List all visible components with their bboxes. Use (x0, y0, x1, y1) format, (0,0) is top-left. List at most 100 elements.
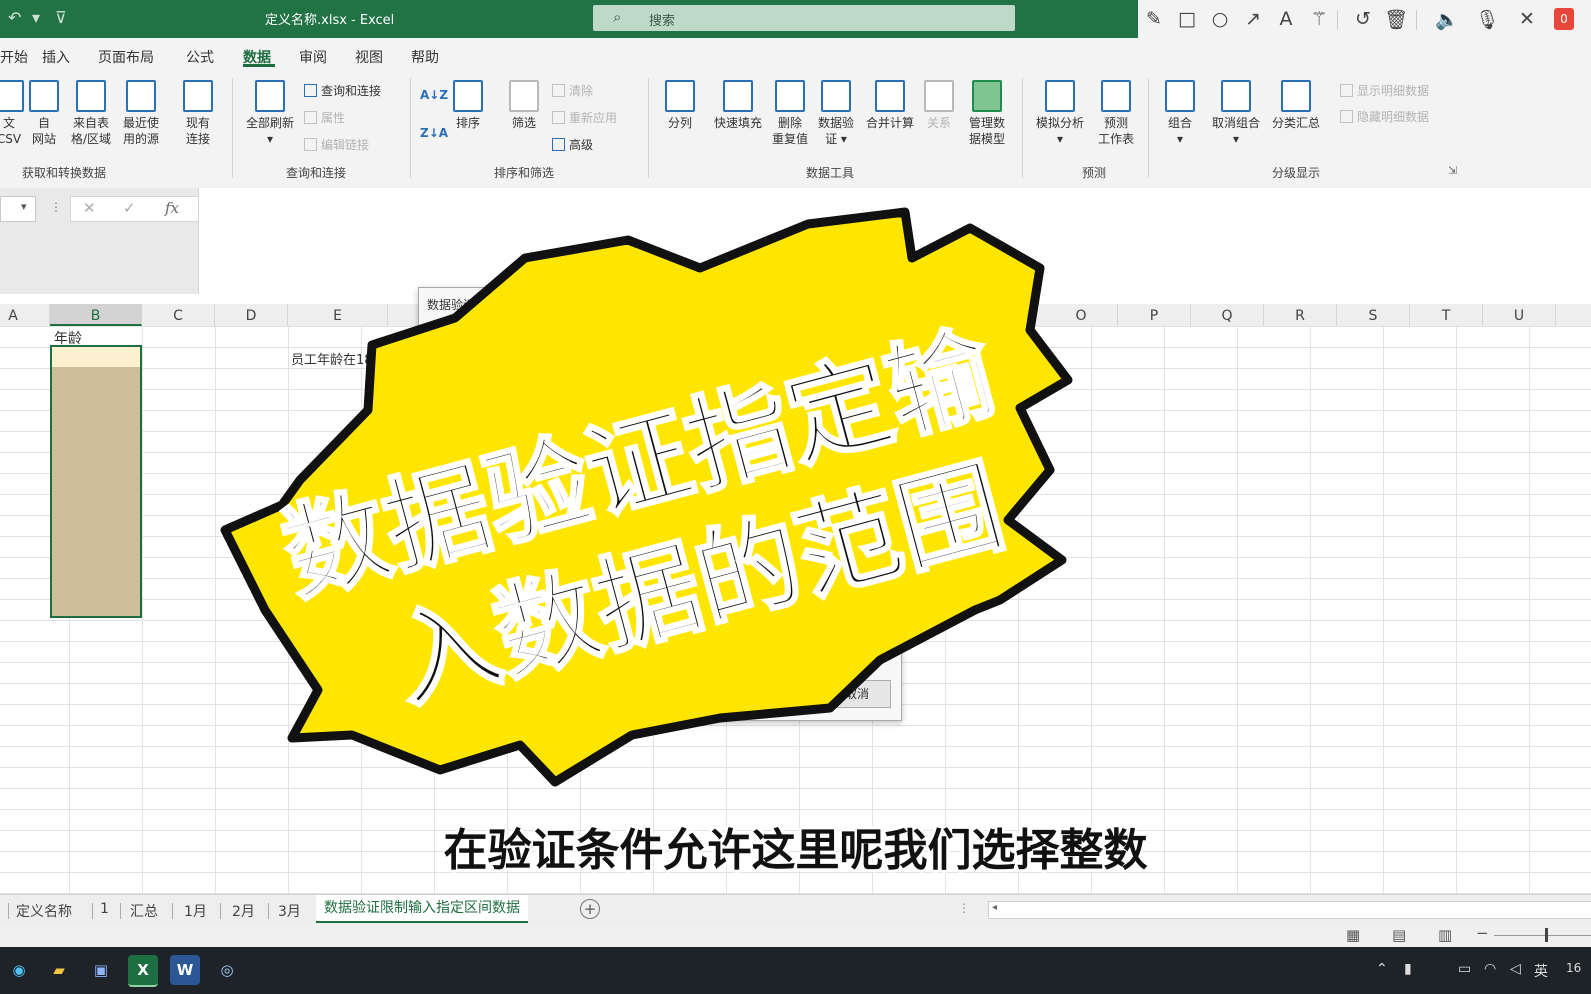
zoom-slider[interactable] (1494, 935, 1591, 936)
tray-wifi-icon[interactable]: ◠ (1484, 961, 1496, 977)
column-header-t[interactable]: T (1410, 304, 1483, 326)
add-sheet-icon[interactable]: + (580, 899, 600, 919)
zoom-slider-thumb[interactable] (1545, 928, 1548, 942)
name-box[interactable]: ▾ (0, 196, 36, 222)
column-header-b[interactable]: B (50, 304, 142, 326)
cancel-entry-button[interactable]: ✕ (83, 199, 96, 217)
confirm-entry-button[interactable]: ✓ (123, 199, 136, 217)
formula-input[interactable] (198, 188, 1591, 294)
column-header-a[interactable]: A (0, 304, 50, 326)
cell-e2[interactable]: 员工年龄在18—60 (291, 349, 402, 368)
save-icon[interactable]: ▣ (86, 955, 116, 985)
sheet-tab-summary[interactable]: 汇总 (130, 901, 158, 921)
tab-insert[interactable]: 插入 (42, 47, 70, 67)
page-break-view-icon[interactable]: ▥ (1438, 926, 1452, 944)
tray-mic-icon[interactable]: ▮ (1404, 961, 1412, 977)
normal-view-icon[interactable]: ▦ (1346, 926, 1360, 944)
consolidate-button[interactable]: 合并计算 (862, 80, 918, 131)
tray-clock[interactable]: 16 (1566, 961, 1581, 975)
edge-icon[interactable]: ◉ (4, 955, 34, 985)
tab-home[interactable]: 开始 (0, 47, 28, 67)
column-header-o[interactable]: O (1045, 304, 1118, 326)
remove-duplicates-button[interactable]: 删除 重复值 (768, 80, 812, 147)
close-icon[interactable]: ✕ (1514, 8, 1540, 30)
sort-ascending-button[interactable]: A↓Z (420, 88, 448, 102)
input-method-indicator[interactable]: 英 (1534, 961, 1548, 981)
rectangle-icon[interactable]: □ (1174, 8, 1200, 30)
record-badge[interactable]: 0 (1554, 8, 1574, 30)
ungroup-button[interactable]: 取消组合 ▾ (1208, 80, 1264, 147)
column-header-c[interactable]: C (142, 304, 215, 326)
word-icon[interactable]: W (170, 955, 200, 985)
quick-access-dropdown-icon[interactable]: ▾ (32, 8, 40, 27)
tab-view[interactable]: 视图 (355, 47, 383, 67)
sheet-tab-mar[interactable]: 3月 (278, 901, 301, 921)
sheet-tab-1[interactable]: 1 (100, 901, 109, 917)
circle-icon[interactable]: ○ (1207, 8, 1233, 30)
column-header-p[interactable]: P (1118, 304, 1191, 326)
dialog-launcher-icon[interactable]: ⇲ (1448, 164, 1457, 177)
tab-help[interactable]: 帮助 (411, 47, 439, 67)
redo-icon[interactable]: ↶ (8, 8, 21, 27)
what-if-analysis-button[interactable]: 模拟分析 ▾ (1030, 80, 1090, 147)
hide-detail-button[interactable]: 隐藏明细数据 (1340, 108, 1429, 125)
properties-button[interactable]: 属性 (304, 109, 345, 126)
forecast-sheet-button[interactable]: 预测 工作表 (1092, 80, 1140, 147)
refresh-all-button[interactable]: 全部刷新 ▾ (242, 80, 298, 147)
sheet-tab-jan[interactable]: 1月 (184, 901, 207, 921)
pen-icon[interactable]: ✎ (1141, 8, 1167, 30)
column-header-q[interactable]: Q (1191, 304, 1264, 326)
flash-fill-button[interactable]: 快速填充 (708, 80, 768, 131)
name-box-dropdown-icon[interactable]: ▾ (21, 200, 27, 213)
horizontal-scrollbar[interactable]: ◂ (988, 901, 1591, 919)
search-box[interactable]: ⌕ 搜索 (593, 5, 1015, 31)
clear-filter-button[interactable]: 清除 (552, 82, 593, 99)
tab-page-layout[interactable]: 页面布局 (98, 47, 154, 67)
cancel-button[interactable]: 取消 (823, 680, 891, 708)
text-icon[interactable]: A (1273, 8, 1299, 30)
recent-sources-button[interactable]: 最近使 用的源 (116, 80, 166, 147)
column-header-s[interactable]: S (1337, 304, 1410, 326)
tab-formulas[interactable]: 公式 (186, 47, 214, 67)
chrome-icon[interactable]: ◎ (212, 955, 242, 985)
data-validation-button[interactable]: 数据验 证 ▾ (812, 80, 860, 147)
relationships-button[interactable]: 关系 (922, 80, 956, 131)
tray-battery-icon[interactable]: ▭ (1458, 961, 1471, 977)
from-web-button[interactable]: 自 网站 (26, 80, 62, 147)
manage-data-model-button[interactable]: 管理数 据模型 (962, 80, 1012, 147)
page-layout-view-icon[interactable]: ▤ (1392, 926, 1406, 944)
tab-settings[interactable]: 设置 (431, 332, 489, 356)
tab-input-message[interactable]: 输入 (503, 338, 527, 355)
insert-function-button[interactable]: fx (165, 199, 179, 217)
reapply-button[interactable]: 重新应用 (552, 109, 617, 126)
sheet-tab-define-name[interactable]: 定义名称 (16, 901, 72, 921)
sheet-tab-feb[interactable]: 2月 (232, 901, 255, 921)
text-to-columns-button[interactable]: 分列 (660, 80, 700, 131)
arrow-icon[interactable]: ↗ (1240, 8, 1266, 30)
tray-chevron-icon[interactable]: ⌃ (1376, 961, 1388, 977)
column-header-r[interactable]: R (1264, 304, 1337, 326)
advanced-filter-button[interactable]: 高级 (552, 136, 593, 153)
microphone-icon[interactable]: 🎙 (1474, 8, 1500, 31)
excel-icon[interactable]: X (128, 955, 158, 987)
subtotal-button[interactable]: 分类汇总 (1268, 80, 1324, 131)
filter-button[interactable]: 筛选 (506, 80, 542, 131)
column-header-e[interactable]: E (288, 304, 388, 326)
undo-icon[interactable]: ↺ (1350, 8, 1376, 30)
tab-review[interactable]: 审阅 (299, 47, 327, 67)
queries-connections-button[interactable]: 查询和连接 (304, 82, 381, 99)
tab-splitter-icon[interactable]: ⋮ (958, 901, 970, 915)
active-cell[interactable] (52, 347, 140, 367)
ok-button[interactable] (749, 680, 815, 706)
selected-range[interactable] (50, 345, 142, 618)
trash-icon[interactable]: 🗑 (1383, 8, 1409, 31)
sort-descending-button[interactable]: Z↓A (420, 126, 448, 140)
from-table-button[interactable]: 来自表 格/区域 (66, 80, 116, 147)
edit-links-button[interactable]: 编辑链接 (304, 136, 369, 153)
sort-button[interactable]: 排序 (450, 80, 486, 131)
zoom-out-button[interactable]: − (1476, 924, 1489, 942)
from-csv-button[interactable]: 文 CSV (0, 80, 26, 147)
magic-wand-icon[interactable]: ⚚ (1306, 8, 1332, 30)
existing-connections-button[interactable]: 现有 连接 (176, 80, 220, 147)
customize-quick-access-icon[interactable]: ⊽ (55, 8, 67, 27)
